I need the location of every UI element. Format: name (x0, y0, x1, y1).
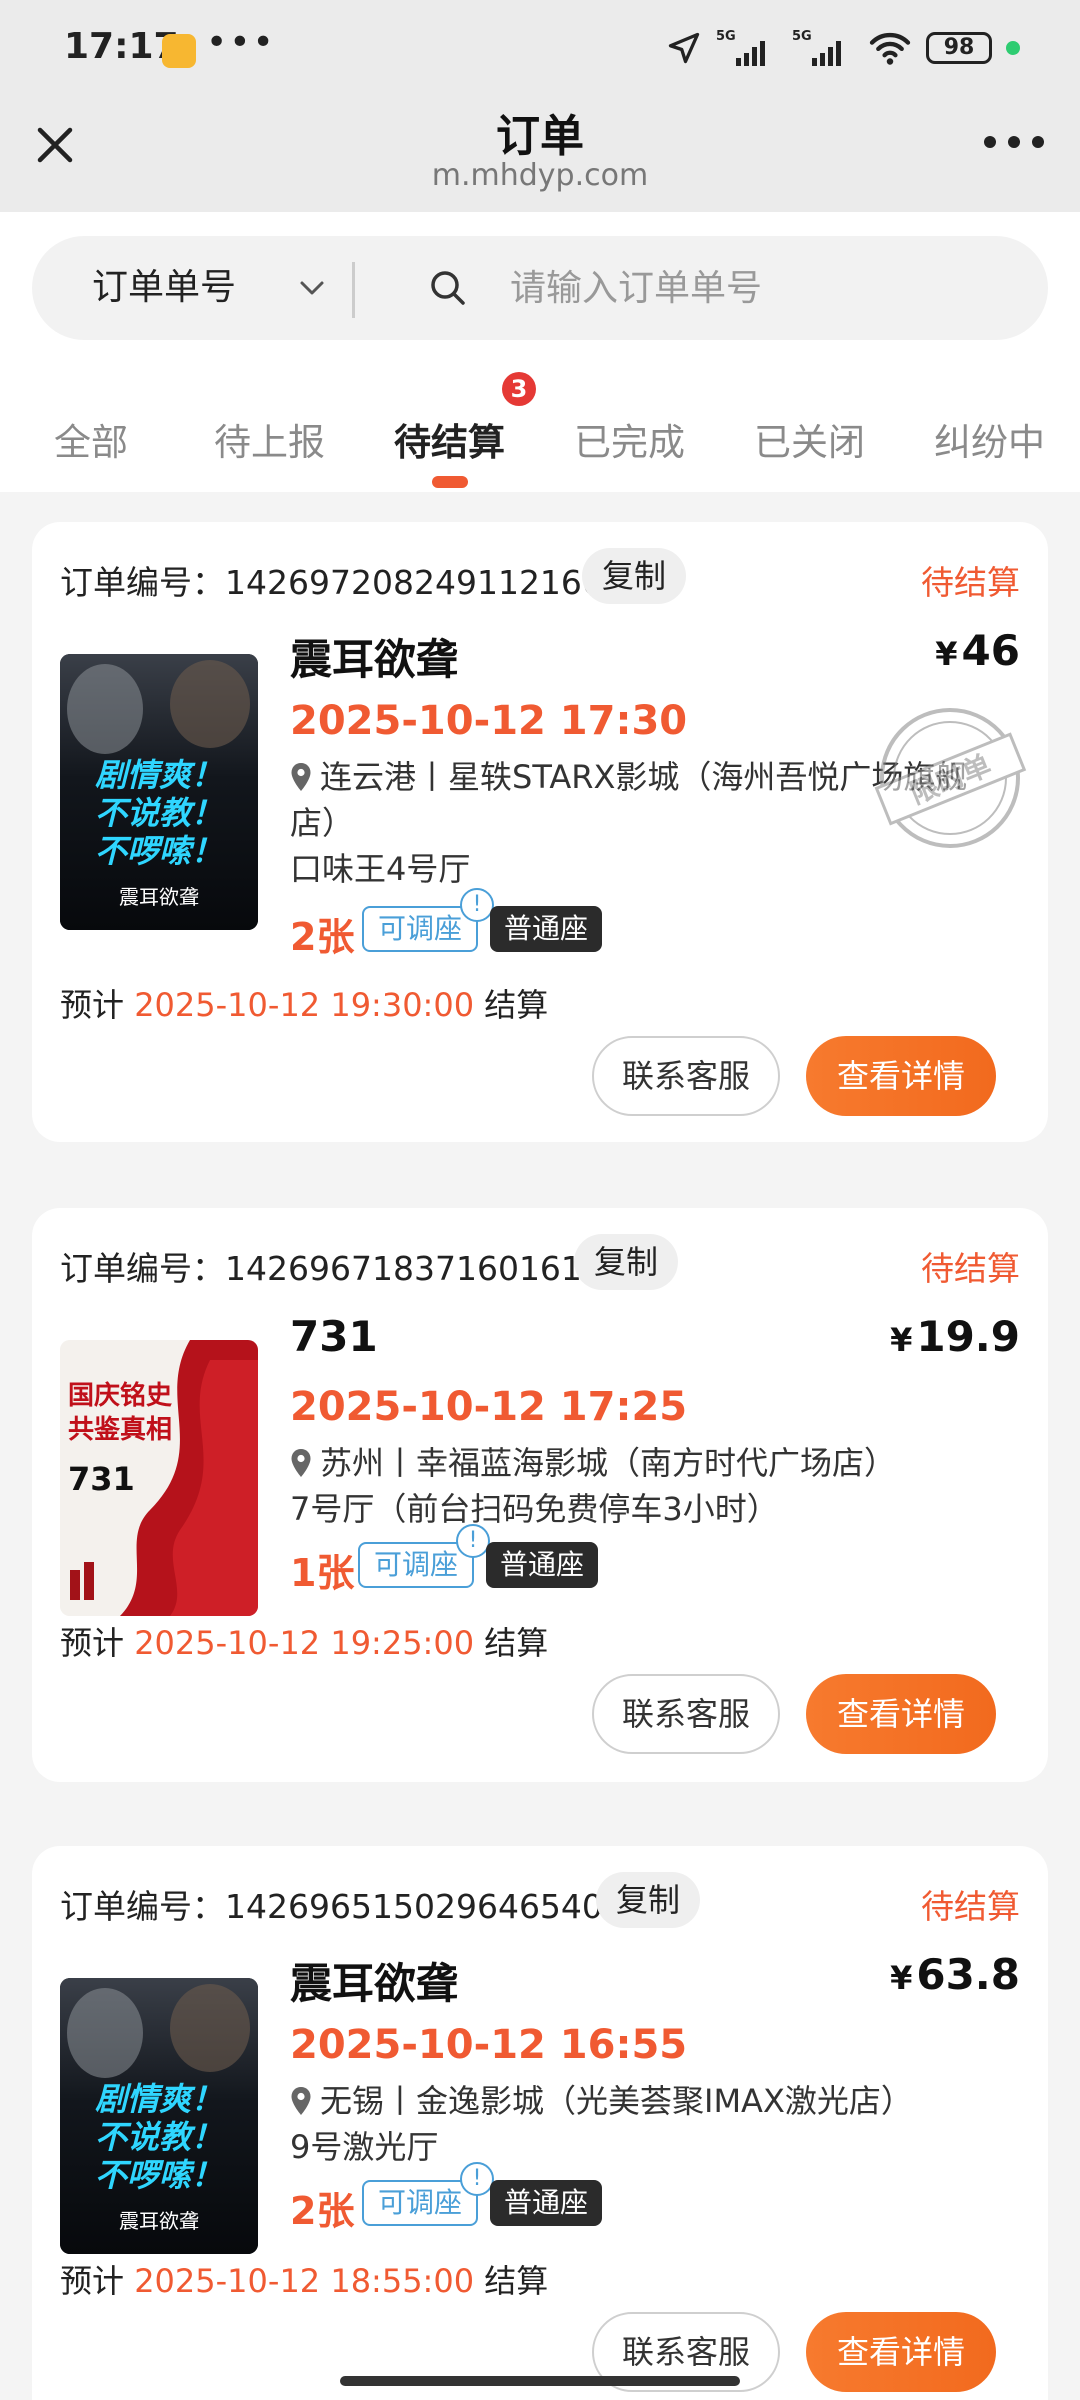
info-icon[interactable]: ! (460, 888, 495, 922)
contact-service-button[interactable]: 联系客服 (592, 1036, 780, 1116)
order-status: 待结算 (921, 1249, 1020, 1288)
svg-text:不说教！: 不说教！ (95, 2118, 223, 2156)
svg-text:5G: 5G (716, 29, 736, 44)
location-pin-icon (291, 1449, 311, 1477)
status-tabs: 全部 待上报 待结算 已完成 已关闭 纠纷中 (0, 372, 1080, 492)
copy-button[interactable]: 复制 (574, 1234, 679, 1290)
movie-title: 震耳欲聋 (290, 635, 459, 684)
tab-completed[interactable]: 已完成 (574, 412, 685, 466)
page-title: 订单 (496, 111, 584, 162)
cinema-address: 无锡丨金逸影城（光美荟聚IMAX激光店） (290, 2078, 1010, 2124)
movie-poster: 剧情爽！ 不说教！ 不啰嗦！ 震耳欲聋 (60, 654, 258, 930)
search-bar: 订单单号 (32, 236, 1048, 340)
svg-text:剧情爽！: 剧情爽！ (95, 756, 223, 794)
order-status: 待结算 (921, 563, 1020, 602)
svg-text:共鉴真相: 共鉴真相 (68, 1415, 172, 1445)
order-search-input[interactable] (510, 258, 1010, 318)
order-price: ¥46 (935, 626, 1020, 675)
search-and-tabs: 订单单号 全部 待上报 待结算 已完成 已关闭 纠纷中 (0, 212, 1080, 492)
signal-5g-icon: 5G (716, 29, 765, 66)
notification-app-icon (162, 34, 196, 68)
search-type-select[interactable]: 订单单号 (92, 236, 236, 340)
showtime: 2025-10-12 16:55 (290, 2022, 688, 2068)
tab-closed[interactable]: 已关闭 (754, 412, 865, 466)
page-url: m.mhdyp.com (431, 158, 649, 193)
adjustable-seat-tag: 可调座! (362, 2162, 495, 2226)
hall-name: 9号激光厅 (290, 2128, 439, 2166)
settle-estimate: 预计 2025-10-12 19:25:00 结算 (60, 1624, 549, 1662)
svg-text:震耳欲聋: 震耳欲聋 (119, 885, 199, 909)
location-pin-icon (291, 2087, 311, 2115)
view-detail-button[interactable]: 查看详情 (806, 1036, 996, 1116)
svg-text:剧情爽！: 剧情爽！ (95, 2080, 223, 2118)
copy-button[interactable]: 复制 (596, 1872, 701, 1928)
settle-estimate: 预计 2025-10-12 18:55:00 结算 (60, 2262, 549, 2300)
info-icon[interactable]: ! (456, 1524, 491, 1558)
svg-text:国庆铭史: 国庆铭史 (68, 1380, 173, 1411)
adjustable-seat-tag: 可调座! (358, 1524, 491, 1588)
seat-type-tag: 普通座 (486, 1542, 599, 1588)
chevron-down-icon[interactable] (298, 276, 326, 300)
order-number: 订单编号：1426965150296465409 (60, 1887, 624, 1926)
limited-time-stamp: 限时单 (874, 708, 1027, 848)
settle-estimate: 预计 2025-10-12 19:30:00 结算 (60, 986, 549, 1024)
order-status: 待结算 (921, 1887, 1020, 1926)
home-indicator[interactable] (340, 2376, 740, 2386)
signal-5g-icon-2: 5G (792, 29, 841, 66)
view-detail-button[interactable]: 查看详情 (806, 1674, 996, 1754)
location-pin-icon (291, 763, 311, 791)
nav-bar: 订单 m.mhdyp.com (0, 100, 1080, 212)
showtime: 2025-10-12 17:30 (290, 698, 688, 744)
order-price: ¥19.9 (890, 1312, 1020, 1361)
seat-type-tag: 普通座 (490, 906, 603, 952)
svg-text:不啰嗦！: 不啰嗦！ (95, 2156, 223, 2194)
order-card: 订单编号：1426965150296465409 复制 待结算 剧情爽！ 不说教… (32, 1846, 1048, 2400)
search-divider (352, 262, 355, 318)
privacy-indicator (1006, 41, 1020, 55)
svg-text:不啰嗦！: 不啰嗦！ (95, 832, 223, 870)
svg-text:不说教！: 不说教！ (95, 794, 223, 832)
ticket-count: 2张 (290, 915, 355, 959)
ticket-count: 2张 (290, 2189, 355, 2233)
svg-text:震耳欲聋: 震耳欲聋 (119, 2209, 199, 2233)
movie-title: 731 (290, 1312, 378, 1361)
cinema-address: 苏州丨幸福蓝海影城（南方时代广场店） (290, 1440, 1010, 1486)
movie-poster: 剧情爽！ 不说教！ 不啰嗦！ 震耳欲聋 (60, 1978, 258, 2254)
tab-dispute[interactable]: 纠纷中 (934, 412, 1045, 466)
order-number: 订单编号：1426967183716016129 (60, 1249, 624, 1288)
adjustable-seat-tag: 可调座! (362, 888, 495, 952)
more-menu-icon[interactable] (984, 136, 1044, 152)
tab-badge-count: 3 (502, 372, 536, 406)
movie-title: 震耳欲聋 (290, 1959, 459, 2008)
active-tab-indicator (432, 476, 468, 488)
tab-pending-settlement[interactable]: 待结算 (394, 412, 505, 466)
more-notifications-icon: ••• (206, 22, 276, 63)
showtime: 2025-10-12 17:25 (290, 1384, 688, 1430)
seat-type-tag: 普通座 (490, 2180, 603, 2226)
copy-button[interactable]: 复制 (582, 548, 687, 604)
search-icon (431, 271, 465, 305)
movie-poster: 国庆铭史 共鉴真相 731 (60, 1340, 258, 1616)
hall-name: 口味王4号厅 (290, 850, 471, 888)
wifi-icon (869, 32, 911, 65)
order-card: 订单编号：1426972082491121665 复制 待结算 剧情爽！ 不说教… (32, 522, 1048, 1142)
svg-text:5G: 5G (792, 29, 812, 44)
view-detail-button[interactable]: 查看详情 (806, 2312, 996, 2392)
svg-text:731: 731 (68, 1460, 135, 1498)
status-bar: 17:17 ••• 5G 5G 98 (0, 0, 1080, 100)
status-icons: 5G 5G 98 (666, 28, 1020, 68)
hall-name: 7号厅（前台扫码免费停车3小时） (290, 1490, 779, 1528)
info-icon[interactable]: ! (460, 2162, 495, 2196)
order-card: 订单编号：1426967183716016129 复制 待结算 国庆铭史 共鉴真… (32, 1208, 1048, 1782)
tab-all[interactable]: 全部 (54, 412, 128, 466)
tab-pending-report[interactable]: 待上报 (214, 412, 325, 466)
battery-icon: 98 (926, 32, 992, 64)
order-number: 订单编号：1426972082491121665 (60, 563, 624, 602)
contact-service-button[interactable]: 联系客服 (592, 1674, 780, 1754)
location-arrow-icon (668, 32, 700, 64)
order-price: ¥63.8 (890, 1950, 1020, 1999)
ticket-count: 1张 (290, 1551, 355, 1595)
